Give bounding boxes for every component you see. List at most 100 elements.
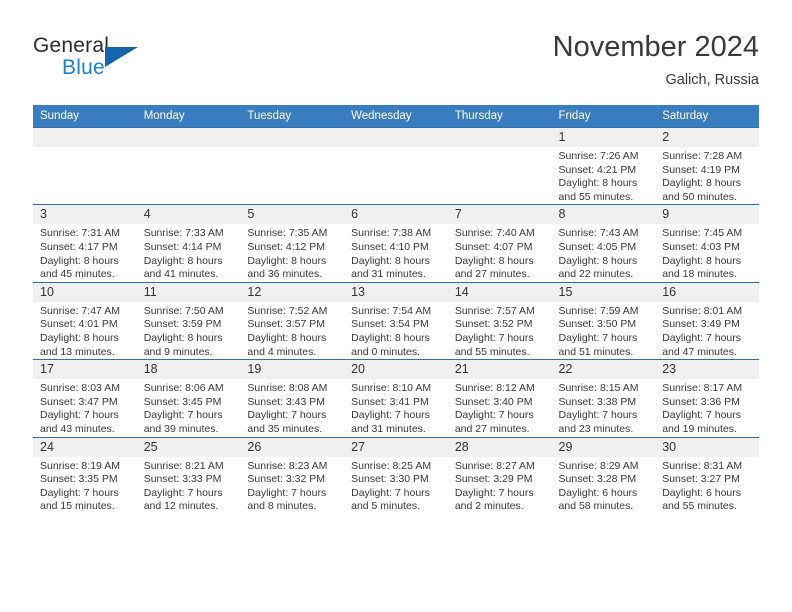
calendar-day-cell[interactable]: 19 Sunrise: 8:08 AM Sunset: 3:43 PM Dayligh… — [240, 359, 345, 437]
calendar-day-cell[interactable]: 11 Sunrise: 7:50 AM Sunset: 3:59 PM Dayligh… — [136, 281, 241, 360]
day-detail-line: Sunrise: 8:10 AM — [351, 382, 432, 395]
day-details: Sunrise: 7:43 AM Sunset: 4:05 PM Daylight:… — [552, 224, 656, 281]
day-detail-line: Daylight: 6 hours — [558, 486, 638, 499]
weekday-header-thursday: Thursday — [447, 105, 552, 128]
day-detail-line: and 27 minutes. — [454, 422, 530, 435]
day-detail-line: and 31 minutes. — [351, 422, 426, 435]
day-number: 27 — [344, 437, 448, 457]
day-details: Sunrise: 7:47 AM Sunset: 4:01 PM Daylight:… — [33, 302, 137, 359]
day-number: 1 — [551, 128, 656, 147]
day-detail-line: Sunrise: 7:59 AM — [558, 304, 639, 317]
calendar-day-cell[interactable]: 21 Sunrise: 8:12 AM Sunset: 3:40 PM Dayligh… — [447, 359, 552, 437]
day-detail-line: Sunrise: 8:12 AM — [454, 382, 535, 395]
day-detail-line: and 13 minutes. — [40, 345, 115, 358]
calendar-day-cell[interactable]: 13 Sunrise: 7:54 AM Sunset: 3:54 PM Dayligh… — [344, 281, 448, 360]
day-detail-line: Daylight: 6 hours — [662, 486, 742, 499]
calendar-day-cell[interactable]: 14 Sunrise: 7:57 AM Sunset: 3:52 PM Dayligh… — [447, 281, 552, 360]
day-detail-line: Daylight: 8 hours — [558, 177, 638, 190]
calendar-day-cell[interactable]: 1 Sunrise: 7:26 AM Sunset: 4:21 PM Daylight… — [551, 126, 656, 205]
brand-logo[interactable]: General Blue — [33, 34, 263, 90]
calendar-day-cell[interactable]: 25 Sunrise: 8:21 AM Sunset: 3:33 PM Dayligh… — [136, 436, 241, 514]
day-number: 6 — [344, 205, 448, 225]
day-details: Sunrise: 7:35 AM Sunset: 4:12 PM Daylight:… — [240, 224, 344, 281]
calendar-day-cell[interactable]: 8 Sunrise: 7:43 AM Sunset: 4:05 PM Daylight… — [551, 204, 656, 283]
day-detail-line: Sunrise: 7:50 AM — [143, 304, 224, 317]
location-subtitle: Galich, Russia — [665, 72, 759, 88]
day-detail-line: Daylight: 7 hours — [558, 331, 638, 344]
calendar-day-cell[interactable]: 20 Sunrise: 8:10 AM Sunset: 3:41 PM Dayligh… — [344, 359, 448, 437]
weekday-header-tuesday: Tuesday — [240, 105, 345, 128]
calendar-day-cell[interactable]: 17 Sunrise: 8:03 AM Sunset: 3:47 PM Dayligh… — [33, 359, 137, 437]
day-details: Sunrise: 8:06 AM Sunset: 3:45 PM Daylight:… — [137, 379, 241, 436]
day-details: Sunrise: 7:59 AM Sunset: 3:50 PM Daylight:… — [552, 302, 656, 359]
calendar-day-cell[interactable]: 15 Sunrise: 7:59 AM Sunset: 3:50 PM Dayligh… — [551, 281, 656, 360]
day-detail-line: Sunrise: 7:57 AM — [454, 304, 535, 317]
calendar-day-cell[interactable]: 28 Sunrise: 8:27 AM Sunset: 3:29 PM Dayligh… — [447, 436, 552, 514]
calendar-cell-empty — [447, 126, 552, 205]
day-details: Sunrise: 7:50 AM Sunset: 3:59 PM Daylight:… — [137, 302, 241, 359]
calendar-day-cell[interactable]: 18 Sunrise: 8:06 AM Sunset: 3:45 PM Dayligh… — [136, 359, 241, 437]
day-detail-line: Sunrise: 8:08 AM — [247, 382, 328, 395]
day-number: 15 — [551, 282, 656, 302]
calendar-cell-empty — [33, 126, 137, 205]
day-number — [447, 128, 552, 147]
day-detail-line: and 43 minutes. — [40, 422, 115, 435]
day-detail-line: Sunrise: 7:54 AM — [351, 304, 432, 317]
day-detail-line: and 8 minutes. — [247, 500, 317, 513]
day-number: 5 — [240, 205, 345, 225]
day-details: Sunrise: 8:31 AM Sunset: 3:27 PM Daylight:… — [655, 457, 759, 514]
calendar-day-cell[interactable]: 7 Sunrise: 7:40 AM Sunset: 4:07 PM Daylight… — [447, 204, 552, 283]
day-detail-line: Daylight: 7 hours — [558, 409, 638, 422]
calendar-day-cell[interactable]: 26 Sunrise: 8:23 AM Sunset: 3:32 PM Dayligh… — [240, 436, 345, 514]
day-details: Sunrise: 8:21 AM Sunset: 3:33 PM Daylight:… — [137, 457, 241, 514]
calendar-day-cell[interactable]: 2 Sunrise: 7:28 AM Sunset: 4:19 PM Daylight… — [655, 126, 759, 205]
day-detail-line: Sunset: 3:27 PM — [662, 473, 740, 486]
day-detail-line: Sunset: 3:38 PM — [558, 395, 637, 408]
day-detail-line: Sunset: 3:32 PM — [247, 473, 326, 486]
day-number — [240, 128, 345, 147]
calendar-day-cell[interactable]: 12 Sunrise: 7:52 AM Sunset: 3:57 PM Dayligh… — [240, 281, 345, 360]
calendar-day-cell[interactable]: 22 Sunrise: 8:15 AM Sunset: 3:38 PM Dayligh… — [551, 359, 656, 437]
day-detail-line: and 12 minutes. — [143, 500, 219, 513]
day-detail-line: and 55 minutes. — [558, 190, 634, 203]
day-number: 19 — [240, 360, 345, 380]
day-detail-line: Sunset: 3:30 PM — [351, 473, 429, 486]
calendar-week-row: 1 Sunrise: 7:26 AM Sunset: 4:21 PM Daylight… — [33, 126, 759, 205]
day-details: Sunrise: 8:03 AM Sunset: 3:47 PM Daylight:… — [33, 379, 137, 436]
day-detail-line: Daylight: 7 hours — [351, 409, 430, 422]
calendar-day-cell[interactable]: 10 Sunrise: 7:47 AM Sunset: 4:01 PM Dayligh… — [33, 281, 137, 360]
calendar-day-cell[interactable]: 6 Sunrise: 7:38 AM Sunset: 4:10 PM Daylight… — [344, 204, 448, 283]
calendar-day-cell[interactable]: 23 Sunrise: 8:17 AM Sunset: 3:36 PM Dayligh… — [655, 359, 759, 437]
calendar-day-cell[interactable]: 4 Sunrise: 7:33 AM Sunset: 4:14 PM Daylight… — [136, 204, 241, 283]
day-number: 20 — [344, 360, 448, 380]
brand-triangle-icon — [105, 47, 138, 67]
calendar-day-cell[interactable]: 29 Sunrise: 8:29 AM Sunset: 3:28 PM Dayligh… — [551, 436, 656, 514]
day-detail-line: and 41 minutes. — [143, 268, 219, 281]
calendar-day-cell[interactable]: 27 Sunrise: 8:25 AM Sunset: 3:30 PM Dayligh… — [344, 436, 448, 514]
calendar-day-cell[interactable]: 30 Sunrise: 8:31 AM Sunset: 3:27 PM Dayligh… — [655, 436, 759, 514]
calendar-week-row: 10 Sunrise: 7:47 AM Sunset: 4:01 PM Dayligh… — [33, 281, 759, 360]
day-details: Sunrise: 8:01 AM Sunset: 3:49 PM Daylight:… — [655, 302, 759, 359]
day-detail-line: and 45 minutes. — [40, 268, 115, 281]
calendar-body: 1 Sunrise: 7:26 AM Sunset: 4:21 PM Daylight… — [33, 126, 759, 514]
day-number: 25 — [136, 437, 241, 457]
day-detail-line: Sunset: 3:47 PM — [40, 395, 118, 408]
brand-name-blue: Blue — [62, 56, 105, 79]
calendar-day-cell[interactable]: 3 Sunrise: 7:31 AM Sunset: 4:17 PM Daylight… — [33, 204, 137, 283]
day-detail-line: Daylight: 7 hours — [247, 486, 327, 499]
day-details: Sunrise: 7:40 AM Sunset: 4:07 PM Daylight:… — [448, 224, 552, 281]
day-detail-line: Sunset: 3:50 PM — [558, 318, 637, 331]
calendar-day-cell[interactable]: 5 Sunrise: 7:35 AM Sunset: 4:12 PM Daylight… — [240, 204, 345, 283]
day-number: 23 — [655, 360, 759, 380]
day-detail-line: Sunrise: 8:03 AM — [40, 382, 120, 395]
calendar-day-cell[interactable]: 9 Sunrise: 7:45 AM Sunset: 4:03 PM Daylight… — [655, 204, 759, 283]
day-number: 24 — [33, 437, 137, 457]
day-detail-line: Sunset: 4:21 PM — [558, 163, 637, 176]
day-detail-line: Daylight: 8 hours — [351, 254, 430, 267]
weekday-header-monday: Monday — [136, 105, 241, 128]
day-detail-line: and 50 minutes. — [662, 190, 737, 203]
calendar-day-cell[interactable]: 16 Sunrise: 8:01 AM Sunset: 3:49 PM Dayligh… — [655, 281, 759, 360]
day-detail-line: Sunrise: 8:15 AM — [558, 382, 639, 395]
calendar-day-cell[interactable]: 24 Sunrise: 8:19 AM Sunset: 3:35 PM Dayligh… — [33, 436, 137, 514]
day-detail-line: Sunrise: 7:26 AM — [558, 150, 639, 162]
